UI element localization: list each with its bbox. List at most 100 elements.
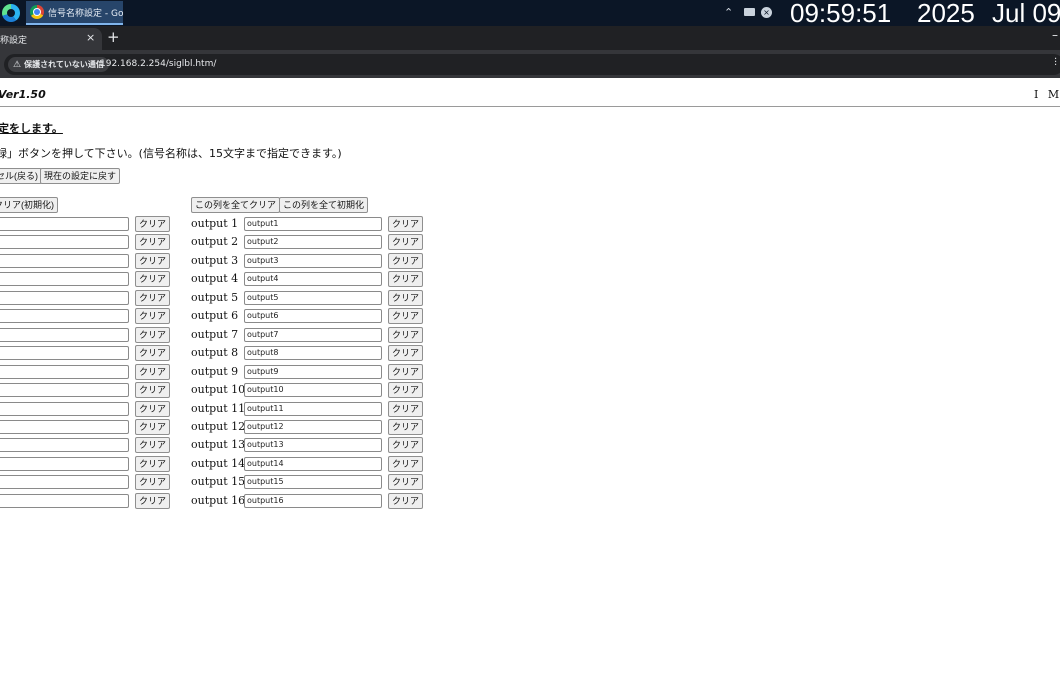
tray-chevron-up-icon[interactable]: ⌃ (724, 6, 733, 19)
left-clear-button[interactable]: クリア (135, 234, 170, 250)
output-clear-button[interactable]: クリア (388, 308, 423, 324)
left-signal-name-input[interactable] (0, 217, 129, 231)
left-signal-name-input[interactable] (0, 254, 129, 268)
output-clear-button[interactable]: クリア (388, 271, 423, 287)
left-signal-name-input[interactable] (0, 328, 129, 342)
new-tab-icon[interactable]: + (107, 28, 120, 46)
output-label: output 16 (191, 494, 246, 507)
cancel-button[interactable]: セル(戻る) (0, 168, 42, 184)
url-text[interactable]: 192.168.2.254/siglbl.htm/ (100, 59, 216, 69)
left-clear-button[interactable]: クリア (135, 474, 170, 490)
output-clear-button[interactable]: クリア (388, 234, 423, 250)
left-clear-button[interactable]: クリア (135, 364, 170, 380)
header-divider (0, 106, 1060, 107)
left-signal-name-input[interactable] (0, 420, 129, 434)
output-clear-button[interactable]: クリア (388, 419, 423, 435)
left-clear-button[interactable]: クリア (135, 382, 170, 398)
output-name-input[interactable]: output4 (244, 272, 382, 286)
output-name-input[interactable]: output8 (244, 346, 382, 360)
output-name-input[interactable]: output12 (244, 420, 382, 434)
output-name-input[interactable]: output6 (244, 309, 382, 323)
output-clear-button[interactable]: クリア (388, 327, 423, 343)
left-clear-button[interactable]: クリア (135, 345, 170, 361)
output-clear-button[interactable]: クリア (388, 437, 423, 453)
right-column-clear-all-button[interactable]: この列を全てクリア (191, 197, 281, 213)
taskbar-app-title: 信号名称設定 - Goo... (48, 8, 123, 19)
output-clear-button[interactable]: クリア (388, 253, 423, 269)
left-clear-button[interactable]: クリア (135, 401, 170, 417)
output-clear-button[interactable]: クリア (388, 290, 423, 306)
output-name-input[interactable]: output2 (244, 235, 382, 249)
output-label: output 10 (191, 383, 246, 396)
left-clear-button[interactable]: クリア (135, 419, 170, 435)
tray-device-icon[interactable] (744, 8, 755, 16)
output-clear-button[interactable]: クリア (388, 474, 423, 490)
output-clear-button[interactable]: クリア (388, 401, 423, 417)
left-column-reset-button[interactable]: クリア(初期化) (0, 197, 58, 213)
tray-status-x-icon[interactable]: × (761, 7, 772, 18)
output-name-input[interactable]: output15 (244, 475, 382, 489)
output-name-input[interactable]: output3 (244, 254, 382, 268)
output-clear-button[interactable]: クリア (388, 345, 423, 361)
left-signal-name-input[interactable] (0, 235, 129, 249)
left-clear-button[interactable]: クリア (135, 493, 170, 509)
chrome-icon (30, 5, 44, 19)
output-name-input[interactable]: output9 (244, 365, 382, 379)
left-signal-name-input[interactable] (0, 272, 129, 286)
output-label: output 15 (191, 475, 246, 488)
output-name-input[interactable]: output11 (244, 402, 382, 416)
output-clear-button[interactable]: クリア (388, 382, 423, 398)
edge-browser-icon[interactable] (2, 4, 20, 22)
left-signal-name-input[interactable] (0, 346, 129, 360)
left-signal-name-input[interactable] (0, 365, 129, 379)
output-name-input[interactable]: output7 (244, 328, 382, 342)
security-chip[interactable]: ⚠ 保護されていない通信 (8, 57, 109, 72)
output-name-input[interactable]: output5 (244, 291, 382, 305)
tab-close-icon[interactable]: × (86, 31, 95, 44)
taskbar-chrome-app[interactable]: 信号名称設定 - Goo... (26, 1, 123, 25)
left-signal-name-input[interactable] (0, 383, 129, 397)
left-clear-button[interactable]: クリア (135, 271, 170, 287)
menu-dots-icon[interactable]: · · · (1054, 55, 1057, 71)
left-signal-name-input[interactable] (0, 309, 129, 323)
output-label: output 6 (191, 309, 239, 322)
left-signal-name-input[interactable] (0, 402, 129, 416)
output-name-input[interactable]: output13 (244, 438, 382, 452)
left-signal-name-input[interactable] (0, 494, 129, 508)
browser-tab[interactable]: 称設定 × (0, 28, 102, 50)
page-heading: 定をします。 (0, 122, 63, 135)
output-clear-button[interactable]: クリア (388, 364, 423, 380)
omnibox[interactable]: ⚠ 保護されていない通信 192.168.2.254/siglbl.htm/ (4, 54, 1060, 75)
output-name-input[interactable]: output14 (244, 457, 382, 471)
taskbar: 信号名称設定 - Goo... ⌃ × 09:59:51 2025 Jul 09 (0, 0, 1060, 28)
output-clear-button[interactable]: クリア (388, 493, 423, 509)
left-signal-name-input[interactable] (0, 457, 129, 471)
output-label: output 8 (191, 346, 239, 359)
left-clear-button[interactable]: クリア (135, 290, 170, 306)
output-clear-button[interactable]: クリア (388, 456, 423, 472)
right-column-reset-button[interactable]: この列を全て初期化 (279, 197, 369, 213)
warning-icon: ⚠ (13, 59, 22, 70)
output-clear-button[interactable]: クリア (388, 216, 423, 232)
clock-time: 09:59:51 (790, 0, 892, 28)
minimize-icon[interactable]: – (1052, 28, 1058, 42)
output-label: output 11 (191, 402, 246, 415)
left-clear-button[interactable]: クリア (135, 437, 170, 453)
left-signal-name-input[interactable] (0, 291, 129, 305)
left-clear-button[interactable]: クリア (135, 308, 170, 324)
output-name-input[interactable]: output16 (244, 494, 382, 508)
clock-date: Jul 09 (992, 0, 1060, 28)
left-clear-button[interactable]: クリア (135, 327, 170, 343)
output-label: output 13 (191, 438, 246, 451)
output-label: output 9 (191, 365, 239, 378)
output-label: output 14 (191, 457, 246, 470)
left-clear-button[interactable]: クリア (135, 216, 170, 232)
left-signal-name-input[interactable] (0, 438, 129, 452)
left-clear-button[interactable]: クリア (135, 253, 170, 269)
left-clear-button[interactable]: クリア (135, 456, 170, 472)
output-name-input[interactable]: output10 (244, 383, 382, 397)
clock-year: 2025 (917, 0, 975, 28)
output-name-input[interactable]: output1 (244, 217, 382, 231)
left-signal-name-input[interactable] (0, 475, 129, 489)
restore-current-settings-button[interactable]: 現在の設定に戻す (40, 168, 121, 184)
